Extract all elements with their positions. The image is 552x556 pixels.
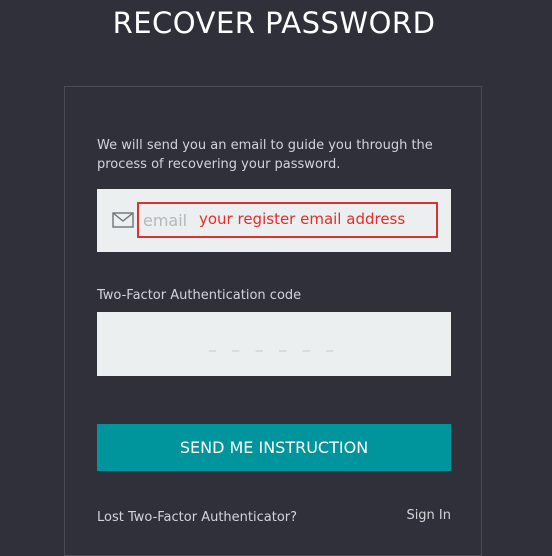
page-title: RECOVER PASSWORD — [112, 6, 436, 40]
annotation-text: your register email address — [199, 210, 406, 228]
send-instruction-button[interactable]: SEND ME INSTRUCTION — [97, 424, 451, 471]
intro-text: We will send you an email to guide you t… — [97, 138, 433, 172]
two-factor-field-container[interactable] — [97, 312, 451, 376]
sign-in-link[interactable]: Sign In — [406, 508, 451, 523]
two-factor-label: Two-Factor Authentication code — [97, 288, 302, 303]
two-factor-code-input[interactable] — [97, 312, 451, 376]
lost-authenticator-link[interactable]: Lost Two-Factor Authenticator? — [97, 510, 297, 525]
envelope-icon — [112, 212, 134, 228]
